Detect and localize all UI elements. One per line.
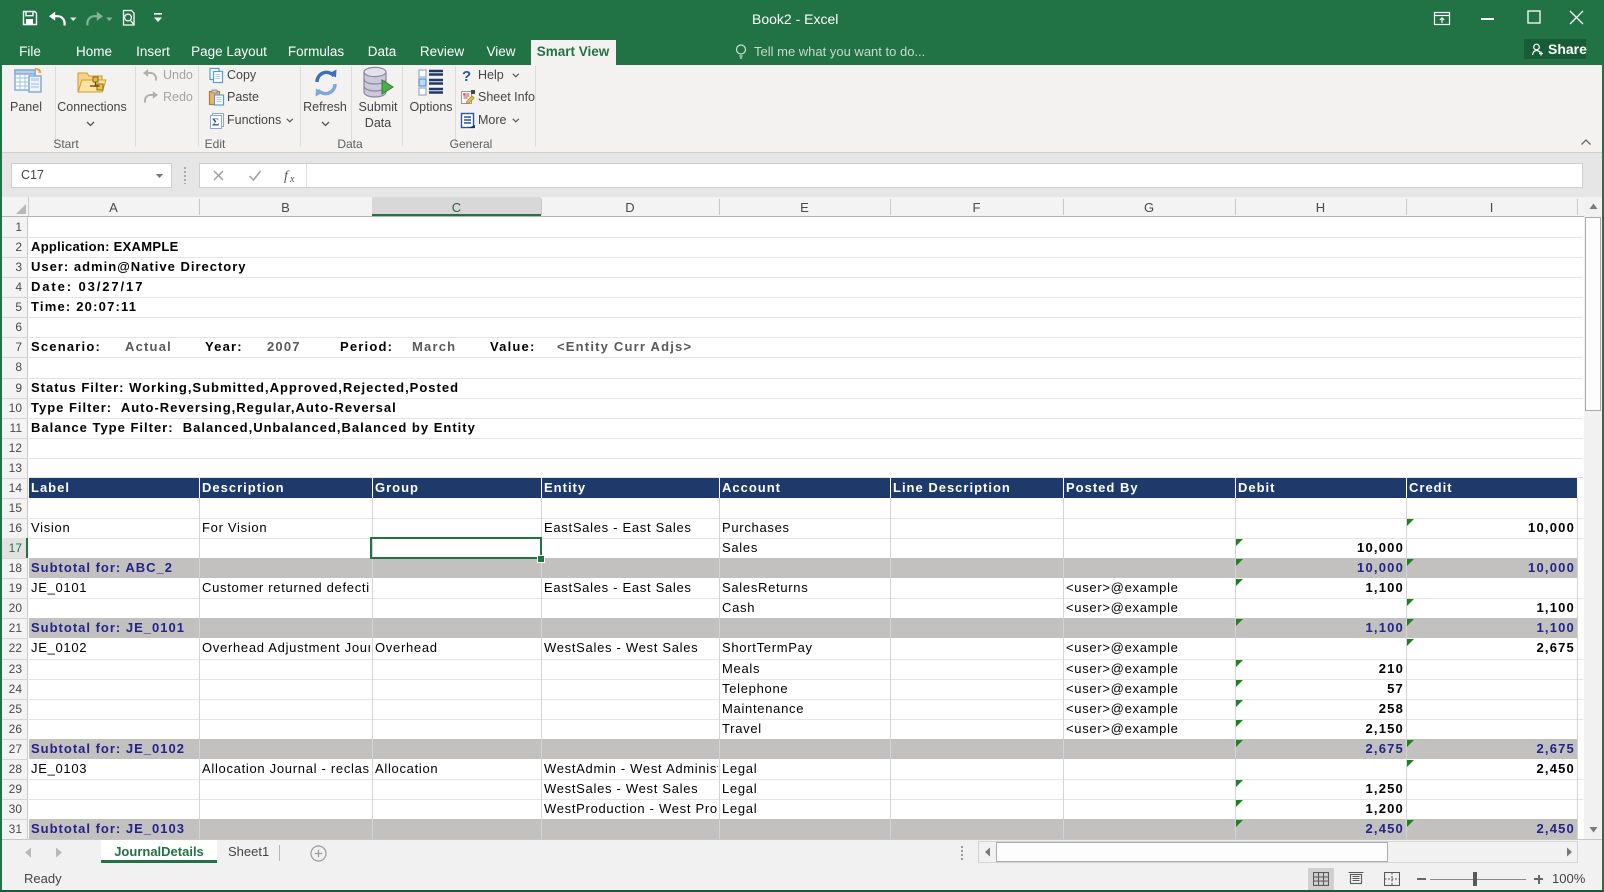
svg-text:Σ: Σ bbox=[212, 117, 219, 129]
svg-text:?: ? bbox=[462, 68, 471, 84]
svg-text:x: x bbox=[289, 174, 295, 184]
